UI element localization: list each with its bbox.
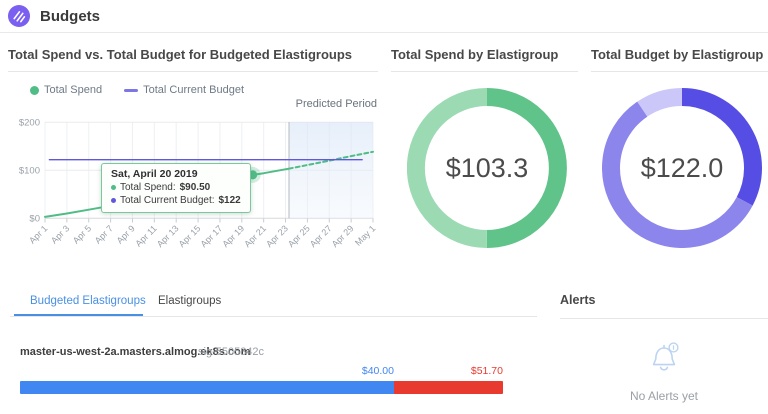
budget-bullet-icon xyxy=(111,198,116,203)
page-title: Budgets xyxy=(40,8,100,25)
total-spend-value: $103.3 xyxy=(407,153,567,184)
alerts-title: Alerts xyxy=(560,293,595,307)
divider xyxy=(391,71,578,72)
bell-icon xyxy=(648,336,682,380)
tooltip-date: Sat, April 20 2019 xyxy=(111,168,241,180)
svg-text:Apr 3: Apr 3 xyxy=(49,223,71,245)
line-chart-title: Total Spend vs. Total Budget for Budgete… xyxy=(8,47,352,62)
svg-text:$0: $0 xyxy=(29,213,40,224)
svg-text:Apr 7: Apr 7 xyxy=(93,223,115,245)
svg-text:Apr 15: Apr 15 xyxy=(177,223,203,249)
tab-elastigroups[interactable]: Elastigroups xyxy=(158,295,221,307)
tooltip-label: Total Spend: xyxy=(120,181,176,194)
svg-text:$200: $200 xyxy=(19,117,40,128)
no-alerts-text: No Alerts yet xyxy=(560,389,768,403)
svg-text:Apr 17: Apr 17 xyxy=(199,223,225,249)
app-header: Budgets xyxy=(0,0,768,33)
elastigroup-sig-id: sig-5505342c xyxy=(198,346,264,358)
svg-text:Apr 27: Apr 27 xyxy=(308,223,334,249)
tooltip-row-total-current-budget: Total Current Budget: $122 xyxy=(111,194,241,207)
svg-text:Apr 19: Apr 19 xyxy=(220,223,246,249)
overspend-bar-segment xyxy=(394,381,503,394)
svg-text:Apr 11: Apr 11 xyxy=(133,223,158,248)
divider xyxy=(591,71,768,72)
divider xyxy=(560,318,768,319)
svg-text:Apr 1: Apr 1 xyxy=(27,223,49,245)
tooltip-value: $122 xyxy=(219,194,241,207)
tooltip-row-total-spend: Total Spend: $90.50 xyxy=(111,181,241,194)
svg-text:Apr 29: Apr 29 xyxy=(330,223,356,249)
spend-bullet-icon xyxy=(111,185,116,190)
svg-text:Apr 25: Apr 25 xyxy=(286,223,312,249)
budget-vs-spend-bar xyxy=(20,381,503,394)
tooltip-label: Total Current Budget: xyxy=(120,194,215,207)
svg-text:Apr 13: Apr 13 xyxy=(155,223,181,249)
divider xyxy=(8,71,378,72)
spend-donut-title: Total Spend by Elastigroup xyxy=(391,47,558,62)
chart-tooltip: Sat, April 20 2019 Total Spend: $90.50 T… xyxy=(101,163,251,213)
budget-donut-title: Total Budget by Elastigroup xyxy=(591,47,763,62)
tab-budgeted-elastigroups[interactable]: Budgeted Elastigroups xyxy=(30,295,146,307)
svg-text:$100: $100 xyxy=(19,165,40,176)
svg-text:Apr 5: Apr 5 xyxy=(71,223,93,245)
tooltip-value: $90.50 xyxy=(180,181,211,194)
spend-amount-label: $51.70 xyxy=(20,365,503,377)
spotinst-logo-icon xyxy=(8,5,30,27)
budget-bar-segment xyxy=(20,381,394,394)
divider xyxy=(10,316,537,317)
budgets-dashboard: Budgets Total Spend vs. Total Budget for… xyxy=(0,0,768,414)
svg-text:May 1: May 1 xyxy=(353,223,377,247)
total-budget-value: $122.0 xyxy=(602,153,762,184)
svg-text:Apr 23: Apr 23 xyxy=(264,223,290,249)
svg-text:Apr 21: Apr 21 xyxy=(242,223,268,249)
